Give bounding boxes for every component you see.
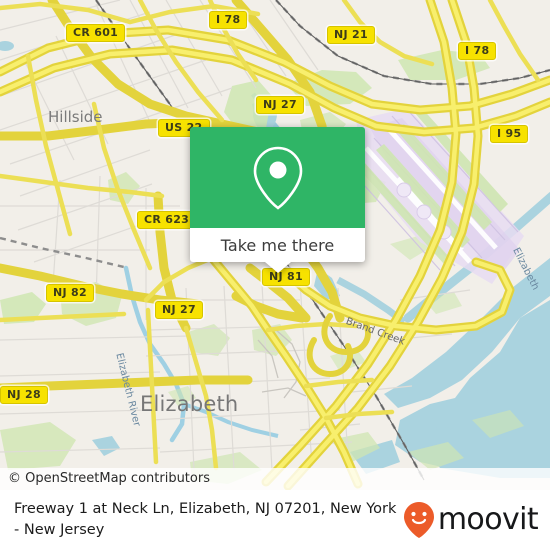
- shield-cr-601[interactable]: CR 601: [66, 24, 126, 42]
- shield-nj-82[interactable]: NJ 82: [46, 284, 94, 302]
- shield-i-78-east[interactable]: I 78: [458, 42, 497, 60]
- moovit-wordmark: moovit: [437, 502, 539, 537]
- shield-nj-27-north[interactable]: NJ 27: [256, 96, 304, 114]
- map-pin-icon: [253, 146, 302, 210]
- osm-attribution[interactable]: © OpenStreetMap contributors: [0, 468, 550, 490]
- moovit-brand[interactable]: moovit: [402, 500, 542, 540]
- moovit-pin-smiley-icon: [403, 502, 434, 538]
- shield-nj-28[interactable]: NJ 28: [0, 386, 48, 404]
- shield-i-95[interactable]: I 95: [490, 125, 529, 143]
- shield-nj-27-south[interactable]: NJ 27: [155, 301, 203, 319]
- screenshot-root: Hillside Elizabeth Elizabeth River Brand…: [0, 0, 550, 550]
- map-popup-card[interactable]: Take me there: [190, 127, 365, 273]
- take-me-there-label: Take me there: [220, 235, 335, 255]
- shield-cr-623[interactable]: CR 623: [137, 211, 197, 229]
- shield-i-78-west[interactable]: I 78: [209, 11, 248, 29]
- popup-pointer: [264, 262, 291, 273]
- shield-nj-21[interactable]: NJ 21: [327, 26, 375, 44]
- map-canvas[interactable]: Hillside Elizabeth Elizabeth River Brand…: [0, 0, 550, 490]
- footer-bar: Freeway 1 at Neck Ln, Elizabeth, NJ 0720…: [0, 490, 550, 550]
- popup-action-bar[interactable]: Take me there: [190, 228, 365, 262]
- location-title: Freeway 1 at Neck Ln, Elizabeth, NJ 0720…: [14, 501, 397, 538]
- popup-header: [190, 127, 365, 228]
